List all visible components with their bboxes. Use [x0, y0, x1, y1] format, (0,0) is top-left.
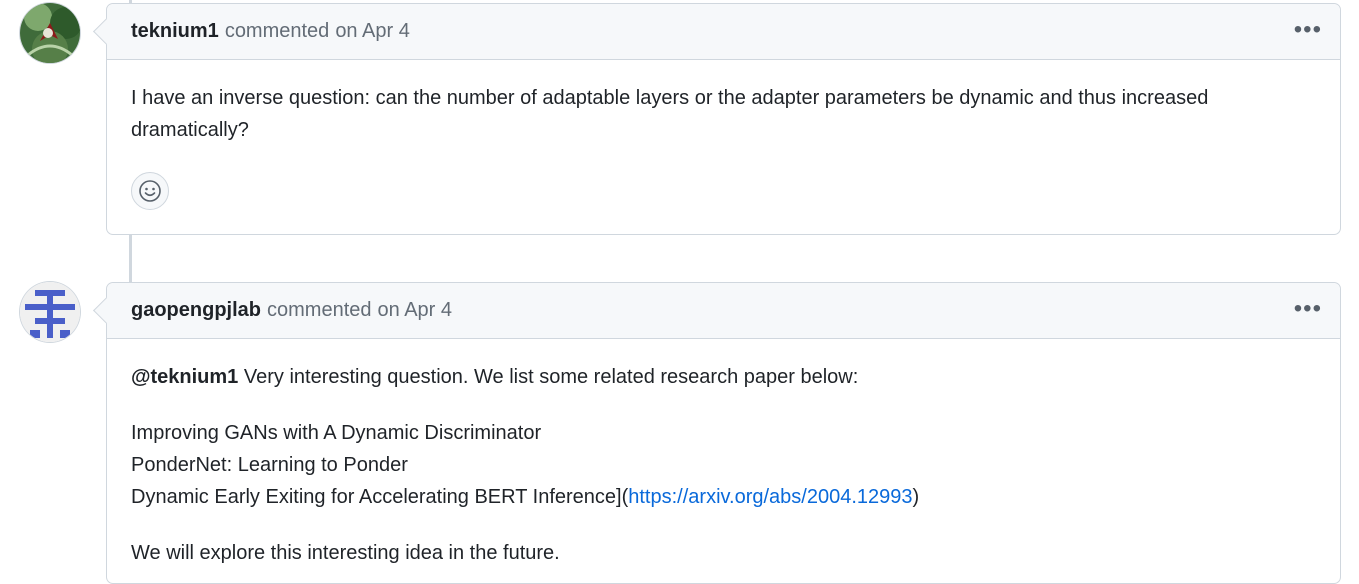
kebab-horizontal-icon[interactable]: •••	[1294, 297, 1322, 321]
paper-list: Improving GANs with A Dynamic Discrimina…	[131, 417, 1316, 513]
comment-intro-text: Very interesting question. We list some …	[238, 366, 859, 388]
user-mention-link[interactable]: @teknium1	[131, 366, 238, 388]
avatar[interactable]	[20, 282, 80, 342]
comment-card: gaopengpjlab commented on Apr 4 ••• @tek…	[106, 282, 1341, 584]
comment-body: @teknium1 Very interesting question. We …	[107, 339, 1340, 569]
paper-item: PonderNet: Learning to Ponder	[131, 454, 408, 476]
comment-date[interactable]: on Apr 4	[335, 20, 410, 43]
comment-intro-paragraph: @teknium1 Very interesting question. We …	[131, 361, 1316, 393]
comment-header: teknium1 commented on Apr 4 •••	[107, 4, 1340, 60]
comment-author[interactable]: gaopengpjlab	[131, 299, 261, 322]
timeline-line	[129, 235, 132, 282]
paper-item: Dynamic Early Exiting for Accelerating B…	[131, 486, 629, 508]
comment-text: I have an inverse question: can the numb…	[131, 87, 1209, 141]
comment-body: I have an inverse question: can the numb…	[107, 60, 1340, 146]
kebab-horizontal-icon[interactable]: •••	[1294, 18, 1322, 42]
comment-header: gaopengpjlab commented on Apr 4 •••	[107, 283, 1340, 339]
avatar[interactable]	[20, 3, 80, 63]
comment-action: commented	[224, 20, 330, 42]
link-suffix: )	[912, 486, 920, 508]
comment-card: teknium1 commented on Apr 4 ••• I have a…	[106, 3, 1341, 235]
comment-author[interactable]: teknium1	[131, 20, 219, 43]
comment-date[interactable]: on Apr 4	[378, 299, 453, 322]
comment-action: commented	[267, 299, 372, 321]
smiley-icon	[139, 180, 161, 202]
arxiv-link[interactable]: https://arxiv.org/abs/2004.12993	[628, 486, 912, 508]
comment-outro: We will explore this interesting idea in…	[131, 542, 560, 564]
paper-item: Improving GANs with A Dynamic Discrimina…	[131, 422, 542, 444]
add-reaction-button[interactable]	[131, 172, 169, 210]
